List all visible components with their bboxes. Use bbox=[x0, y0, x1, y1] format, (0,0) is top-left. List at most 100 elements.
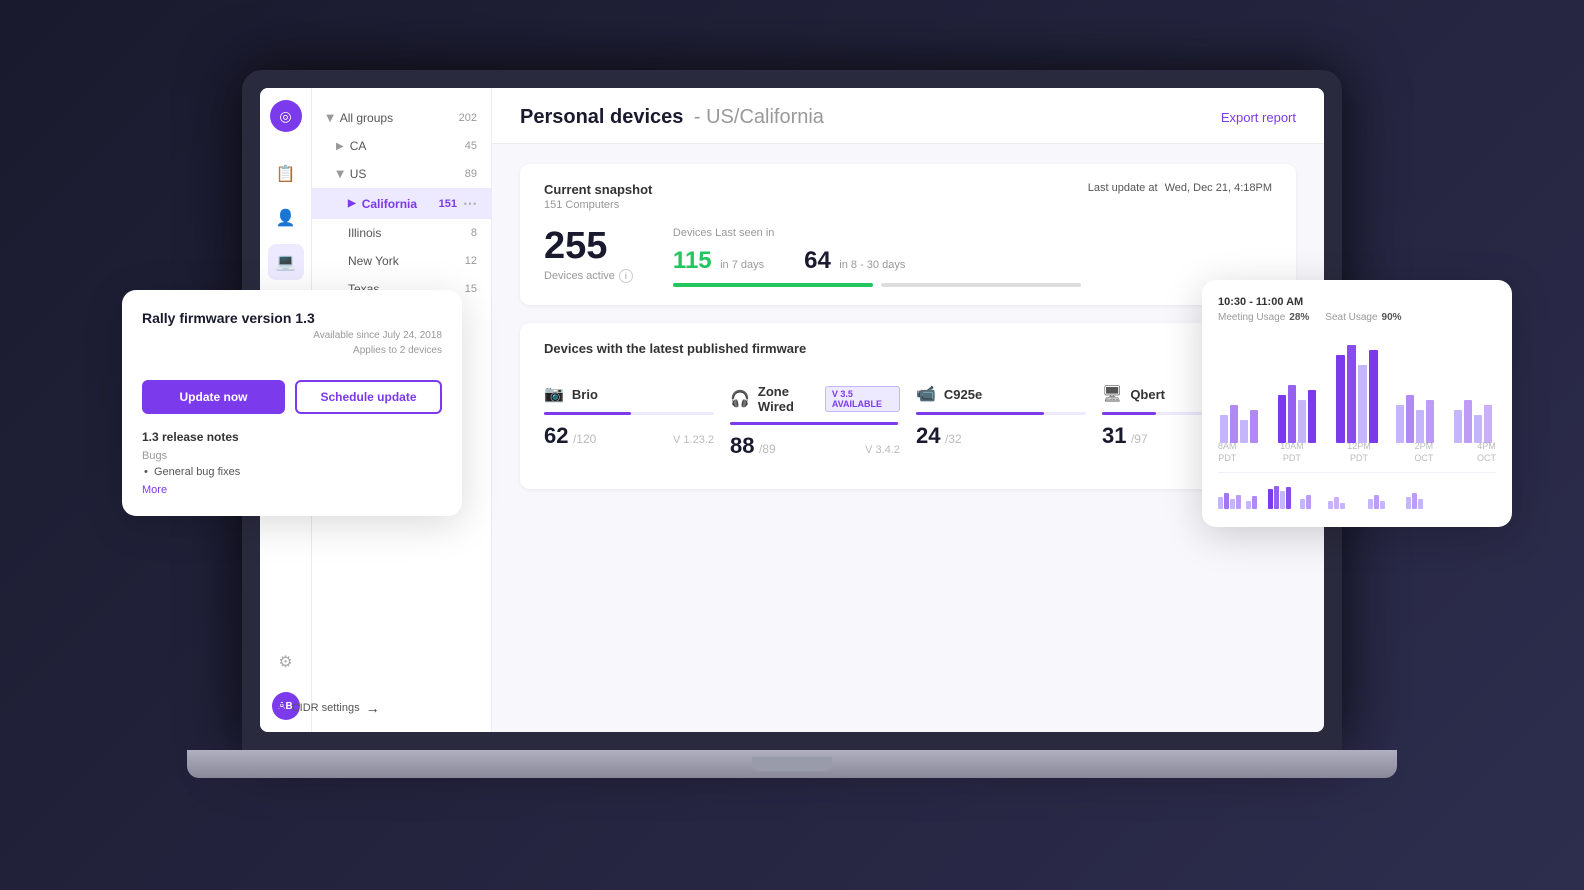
bugs-section-label: Bugs bbox=[142, 450, 442, 462]
devices-seen-section: Devices Last seen in 115 in 7 days 64 bbox=[673, 227, 1272, 287]
nav-item-all-groups[interactable]: ▶ All groups 202 bbox=[312, 104, 491, 132]
fw-header-brio: 📷 Brio bbox=[544, 384, 714, 404]
qbert-icon: 🖥 bbox=[1102, 384, 1122, 404]
nav-item-newyork[interactable]: New York 12 bbox=[312, 247, 491, 275]
devices-active-block: 255 Devices active i bbox=[544, 227, 633, 283]
seen-7days-block: 115 in 7 days bbox=[673, 247, 764, 275]
c925e-progress bbox=[916, 412, 1086, 415]
snapshot-title-block: Current snapshot 151 Computers bbox=[544, 182, 652, 211]
c925e-name: C925e bbox=[944, 387, 982, 402]
snapshot-title: Current snapshot bbox=[544, 182, 652, 197]
california-more-icon[interactable]: ⋯ bbox=[463, 195, 477, 212]
qbert-name: Qbert bbox=[1130, 387, 1165, 402]
cidr-arrow-icon[interactable]: → bbox=[366, 700, 380, 716]
chart-popup: 10:30 - 11:00 AM Meeting Usage 28% Seat … bbox=[1202, 280, 1512, 527]
popup-available: Available since July 24, 2018 bbox=[313, 330, 442, 341]
nav-item-california[interactable]: ▶ California 151 ⋯ bbox=[312, 188, 491, 219]
snapshot-section: Current snapshot 151 Computers Last upda… bbox=[520, 164, 1296, 305]
seen-7days-count: 115 bbox=[673, 247, 712, 274]
seen-8-30-count: 64 bbox=[804, 247, 831, 274]
laptop-base bbox=[187, 750, 1397, 778]
brio-total: /120 bbox=[573, 432, 596, 446]
main-content: Personal devices - US/California Export … bbox=[492, 88, 1324, 732]
fw-header-zone-wired: 🎧 Zone Wired V 3.5 AVAILABLE bbox=[730, 384, 900, 414]
settings-icon[interactable]: ⚙ bbox=[268, 644, 304, 680]
nav-count-texas: 15 bbox=[465, 283, 477, 295]
brio-progress bbox=[544, 412, 714, 415]
nav-count-newyork: 12 bbox=[465, 255, 477, 267]
zone-wired-progress-fill bbox=[730, 422, 898, 425]
export-report-link[interactable]: Export report bbox=[1221, 110, 1296, 125]
update-now-button[interactable]: Update now bbox=[142, 380, 285, 414]
seat-usage-legend: Seat Usage 90% bbox=[1325, 312, 1401, 323]
chart-bars-container bbox=[1218, 335, 1496, 445]
firmware-section-title: Devices with the latest published firmwa… bbox=[544, 341, 1272, 356]
schedule-update-button[interactable]: Schedule update bbox=[295, 380, 442, 414]
seat-usage-label: Seat Usage bbox=[1325, 312, 1377, 323]
arrow-california: ▶ bbox=[348, 198, 356, 209]
nav-label-california: California bbox=[362, 197, 417, 211]
c925e-progress-fill bbox=[916, 412, 1044, 415]
seat-usage-pct: 90% bbox=[1382, 312, 1402, 323]
seen-8-30-label: in 8 - 30 days bbox=[839, 259, 905, 271]
c925e-count-block: 24 /32 bbox=[916, 423, 962, 449]
progress-bar-green bbox=[673, 283, 873, 287]
zone-wired-progress bbox=[730, 422, 900, 425]
page-title: Personal devices bbox=[520, 106, 683, 128]
x-label-1b: PDT bbox=[1218, 453, 1237, 465]
zone-wired-icon: 🎧 bbox=[730, 389, 750, 409]
arrow-all-groups: ▶ bbox=[324, 114, 335, 122]
brio-progress-fill bbox=[544, 412, 631, 415]
nav-label-us: US bbox=[350, 167, 367, 181]
meeting-usage-legend: Meeting Usage 28% bbox=[1218, 312, 1309, 323]
cidr-text: CIDR settings bbox=[312, 702, 360, 714]
arrow-ca: ▶ bbox=[336, 141, 344, 152]
sidebar-icon-clipboard[interactable]: 📋 bbox=[268, 156, 304, 192]
chart-legend: Meeting Usage 28% Seat Usage 90% bbox=[1218, 312, 1496, 323]
page-title-row: Personal devices - US/California bbox=[520, 106, 824, 129]
firmware-devices-grid: 📷 Brio 62 /120 bbox=[544, 372, 1272, 471]
x-label-3b: PDT bbox=[1347, 453, 1371, 465]
x-label-4b: OCT bbox=[1414, 453, 1433, 465]
app-logo[interactable] bbox=[270, 100, 302, 132]
nav-label-all-groups: All groups bbox=[340, 111, 393, 125]
firmware-card-c925e: 📹 C925e 24 /32 bbox=[916, 372, 1086, 471]
devices-active-count: 255 bbox=[544, 227, 633, 265]
nav-item-us[interactable]: ▶ US 89 bbox=[312, 160, 491, 188]
seen-7days-label: in 7 days bbox=[720, 259, 764, 271]
nav-label-newyork: New York bbox=[348, 254, 399, 268]
zone-wired-version: V 3.4.2 bbox=[865, 444, 900, 456]
c925e-icon: 📹 bbox=[916, 384, 936, 404]
zone-wired-count-block: 88 /89 bbox=[730, 433, 776, 459]
more-link[interactable]: More bbox=[142, 484, 442, 496]
nav-item-ca[interactable]: ▶ CA 45 bbox=[312, 132, 491, 160]
firmware-section: Devices with the latest published firmwa… bbox=[520, 323, 1296, 489]
brio-count-row: 62 /120 V 1.23.2 bbox=[544, 423, 714, 449]
nav-count-california: 151 bbox=[439, 198, 457, 210]
seen-metrics: 115 in 7 days 64 in 8 - 30 days bbox=[673, 247, 1272, 275]
snapshot-header: Current snapshot 151 Computers Last upda… bbox=[544, 182, 1272, 211]
sidebar-icon-user[interactable]: 👤 bbox=[268, 200, 304, 236]
arrow-us: ▶ bbox=[334, 170, 345, 178]
x-label-5b: OCT bbox=[1477, 453, 1496, 465]
firmware-card-zone-wired: 🎧 Zone Wired V 3.5 AVAILABLE bbox=[730, 372, 900, 471]
nav-item-illinois[interactable]: Illinois 8 bbox=[312, 219, 491, 247]
qbert-count: 31 bbox=[1102, 423, 1126, 448]
devices-active-info[interactable]: i bbox=[619, 269, 633, 283]
nav-label-ca: CA bbox=[350, 139, 367, 153]
meeting-usage-pct: 28% bbox=[1289, 312, 1309, 323]
sidebar-icon-devices[interactable]: 💻 bbox=[268, 244, 304, 280]
main-header: Personal devices - US/California Export … bbox=[492, 88, 1324, 144]
last-update-label: Last update at bbox=[1088, 182, 1158, 194]
zone-wired-count-row: 88 /89 V 3.4.2 bbox=[730, 433, 900, 459]
nav-label-illinois: Illinois bbox=[348, 226, 381, 240]
qbert-progress-fill bbox=[1102, 412, 1156, 415]
nav-count-illinois: 8 bbox=[471, 227, 477, 239]
popup-buttons: Update now Schedule update bbox=[142, 380, 442, 414]
brio-count-block: 62 /120 bbox=[544, 423, 596, 449]
progress-bar-gray bbox=[881, 283, 1081, 287]
qbert-total: /97 bbox=[1131, 432, 1148, 446]
cidr-settings-row[interactable]: ⊞ CIDR settings → bbox=[312, 699, 380, 716]
x-label-2b: PDT bbox=[1280, 453, 1304, 465]
popup-applies: Applies to 2 devices bbox=[353, 345, 442, 356]
